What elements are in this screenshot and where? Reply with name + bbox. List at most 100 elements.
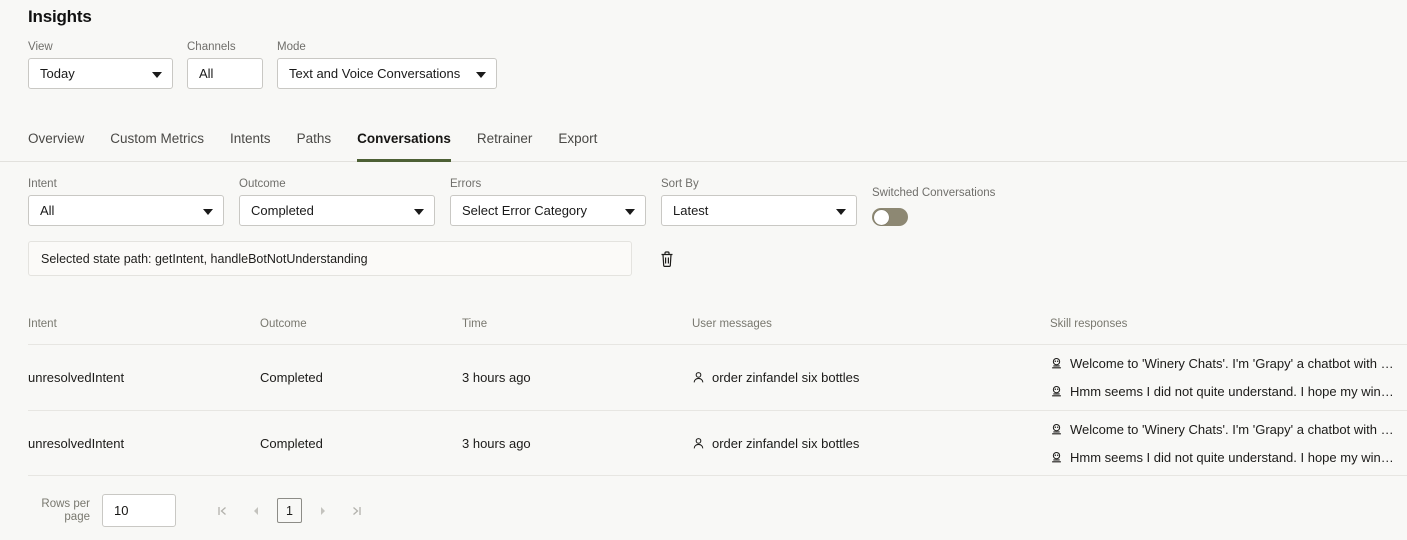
first-page-icon — [216, 505, 228, 517]
column-header-intent: Intent — [28, 318, 260, 330]
cell-user-messages: order zinfandel six bottles — [692, 370, 1050, 385]
cell-skill-responses: Welcome to 'Winery Chats'. I'm 'Grapy' a… — [1050, 356, 1407, 399]
table-footer: Rows per page 10 1 — [28, 484, 1407, 527]
chevron-down-icon — [625, 209, 635, 215]
intent-label: Intent — [28, 178, 224, 191]
view-value: Today — [40, 66, 75, 81]
user-icon — [692, 371, 705, 384]
top-filter-bar: View Today Channels All Mode Text and Vo… — [28, 41, 497, 89]
outcome-filter: Outcome Completed — [239, 178, 435, 226]
pagination-controls: 1 — [209, 498, 370, 524]
bot-icon — [1050, 357, 1063, 370]
mode-value: Text and Voice Conversations — [289, 66, 460, 81]
tab-custom-metrics[interactable]: Custom Metrics — [110, 126, 204, 162]
cell-outcome: Completed — [260, 436, 462, 451]
current-page-number: 1 — [286, 504, 293, 518]
tab-label: Conversations — [357, 131, 451, 146]
rows-per-page-value: 10 — [114, 503, 128, 518]
previous-page-button[interactable] — [243, 498, 269, 524]
user-icon — [692, 437, 705, 450]
errors-label: Errors — [450, 178, 646, 191]
tab-label: Overview — [28, 131, 84, 146]
errors-filter: Errors Select Error Category — [450, 178, 646, 226]
tab-retrainer[interactable]: Retrainer — [477, 126, 533, 162]
switched-conversations-label: Switched Conversations — [872, 187, 995, 200]
user-message-line: order zinfandel six bottles — [692, 436, 1050, 451]
table-row[interactable]: unresolvedIntent Completed 3 hours ago o… — [28, 410, 1407, 476]
channels-label: Channels — [187, 41, 263, 54]
bot-icon — [1050, 423, 1063, 436]
skill-response-line: Welcome to 'Winery Chats'. I'm 'Grapy' a… — [1050, 422, 1407, 437]
user-message-text: order zinfandel six bottles — [712, 436, 859, 451]
skill-response-text: Hmm seems I did not quite understand. I … — [1070, 450, 1400, 465]
user-message-line: order zinfandel six bottles — [692, 370, 1050, 385]
table-header-row: Intent Outcome Time User messages Skill … — [28, 318, 1407, 344]
tab-intents[interactable]: Intents — [230, 126, 271, 162]
chevron-down-icon — [836, 209, 846, 215]
errors-select[interactable]: Select Error Category — [450, 195, 646, 226]
rows-per-page-label-line2: page — [28, 511, 90, 524]
skill-response-line: Hmm seems I did not quite understand. I … — [1050, 384, 1407, 399]
previous-page-icon — [251, 505, 261, 517]
skill-response-line: Welcome to 'Winery Chats'. I'm 'Grapy' a… — [1050, 356, 1407, 371]
chevron-down-icon — [414, 209, 424, 215]
bot-icon — [1050, 385, 1063, 398]
table-row[interactable]: unresolvedIntent Completed 3 hours ago o… — [28, 344, 1407, 410]
mode-select[interactable]: Text and Voice Conversations — [277, 58, 497, 89]
intent-filter: Intent All — [28, 178, 224, 226]
tab-label: Export — [558, 131, 597, 146]
cell-intent: unresolvedIntent — [28, 370, 260, 385]
column-header-user-messages: User messages — [692, 318, 1050, 330]
switched-conversations-toggle[interactable] — [872, 208, 908, 226]
tab-label: Paths — [297, 131, 332, 146]
outcome-select[interactable]: Completed — [239, 195, 435, 226]
cell-skill-responses: Welcome to 'Winery Chats'. I'm 'Grapy' a… — [1050, 422, 1407, 465]
last-page-button[interactable] — [344, 498, 370, 524]
channels-input[interactable]: All — [187, 58, 263, 89]
bot-icon — [1050, 451, 1063, 464]
chevron-down-icon — [476, 72, 486, 78]
tab-overview[interactable]: Overview — [28, 126, 84, 162]
channels-field: Channels All — [187, 41, 263, 89]
selected-state-path: Selected state path: getIntent, handleBo… — [28, 241, 632, 276]
tab-label: Retrainer — [477, 131, 533, 146]
conversations-table: Intent Outcome Time User messages Skill … — [28, 318, 1407, 476]
delete-state-path-button[interactable] — [654, 246, 680, 272]
next-page-button[interactable] — [310, 498, 336, 524]
next-page-icon — [318, 505, 328, 517]
sort-by-label: Sort By — [661, 178, 857, 191]
cell-outcome: Completed — [260, 370, 462, 385]
rows-per-page-select[interactable]: 10 — [102, 494, 176, 527]
insights-page: Insights View Today Channels All Mode Te… — [0, 0, 1407, 540]
selected-state-path-row: Selected state path: getIntent, handleBo… — [28, 241, 680, 276]
tab-paths[interactable]: Paths — [297, 126, 332, 162]
tab-export[interactable]: Export — [558, 126, 597, 162]
outcome-value: Completed — [251, 203, 314, 218]
sort-by-select[interactable]: Latest — [661, 195, 857, 226]
cell-user-messages: order zinfandel six bottles — [692, 436, 1050, 451]
last-page-icon — [351, 505, 363, 517]
sort-by-filter: Sort By Latest — [661, 178, 857, 226]
page-number-button[interactable]: 1 — [277, 498, 302, 523]
errors-value: Select Error Category — [462, 203, 587, 218]
intent-select[interactable]: All — [28, 195, 224, 226]
chevron-down-icon — [152, 72, 162, 78]
column-header-time: Time — [462, 318, 692, 330]
mode-field: Mode Text and Voice Conversations — [277, 41, 497, 89]
page-title: Insights — [28, 7, 92, 27]
view-field: View Today — [28, 41, 173, 89]
view-label: View — [28, 41, 173, 54]
cell-time: 3 hours ago — [462, 436, 692, 451]
rows-per-page-label-line1: Rows per — [28, 498, 90, 511]
column-header-skill-responses: Skill responses — [1050, 318, 1407, 330]
first-page-button[interactable] — [209, 498, 235, 524]
selected-state-path-text: Selected state path: getIntent, handleBo… — [41, 252, 368, 266]
channels-value: All — [199, 66, 213, 81]
sort-by-value: Latest — [673, 203, 708, 218]
view-select[interactable]: Today — [28, 58, 173, 89]
switched-conversations-field: Switched Conversations — [872, 187, 995, 226]
tab-label: Custom Metrics — [110, 131, 204, 146]
tab-conversations[interactable]: Conversations — [357, 126, 451, 162]
conversation-filters: Intent All Outcome Completed Errors Sele… — [28, 178, 995, 226]
tab-bar: Overview Custom Metrics Intents Paths Co… — [0, 126, 1407, 162]
